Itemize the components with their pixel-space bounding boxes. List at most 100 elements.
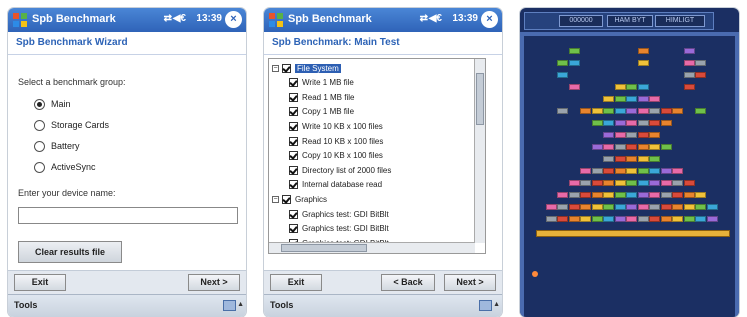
tree-item[interactable]: Directory list of 2000 files	[289, 163, 391, 177]
game-brick	[614, 156, 626, 162]
chevron-up-icon[interactable]: ▲	[493, 301, 500, 308]
game-brick	[649, 108, 660, 114]
tree-item[interactable]: Read 10 KB x 100 files	[289, 134, 383, 148]
tree-item[interactable]: Copy 10 KB x 100 files	[289, 149, 383, 163]
collapse-icon[interactable]: −	[272, 64, 279, 72]
game-wall	[735, 32, 739, 317]
game-paddle[interactable]	[536, 230, 730, 237]
game-brick	[706, 216, 718, 222]
back-button[interactable]: < Back	[381, 274, 435, 291]
tree-item[interactable]: Internal database read	[289, 178, 382, 192]
clock[interactable]: 13:39	[452, 13, 478, 24]
title-bar: Spb Benchmark ⇄ ◀€ 13:39 ×	[264, 8, 502, 32]
game-brick	[649, 144, 660, 150]
game-brick	[545, 204, 557, 210]
tree-item[interactable]: Read 1 MB file	[289, 90, 354, 104]
exit-button[interactable]: Exit	[14, 274, 66, 291]
volume-icon[interactable]: ◀€	[173, 13, 186, 24]
game-brick	[637, 84, 649, 90]
tree-item[interactable]: Copy 1 MB file	[289, 105, 354, 119]
tree-item[interactable]: Write 1 MB file	[289, 76, 354, 90]
game-brick	[614, 168, 626, 174]
exit-button[interactable]: Exit	[270, 274, 322, 291]
game-brick	[591, 108, 603, 114]
wizard-content: Select a benchmark group: Main Storage C…	[8, 55, 246, 271]
tree-item[interactable]: Graphics test: GDI BitBlt	[289, 207, 389, 221]
tree-item[interactable]: Write 10 KB x 100 files	[289, 119, 383, 133]
tree-item[interactable]: Graphics test: GDI BitBlt	[289, 222, 389, 236]
radio-button[interactable]	[34, 140, 45, 152]
tree-item-label: File System	[295, 63, 341, 73]
checkbox[interactable]	[289, 224, 298, 234]
checkbox[interactable]	[289, 121, 298, 131]
device-name-input[interactable]	[18, 207, 238, 224]
checkbox[interactable]	[289, 180, 298, 190]
next-button[interactable]: Next >	[444, 274, 496, 291]
clock[interactable]: 13:39	[196, 13, 222, 24]
game-brick	[568, 204, 580, 210]
game-brick	[649, 216, 660, 222]
game-ball	[532, 271, 538, 277]
radio-option-battery[interactable]: Battery	[34, 138, 80, 154]
vertical-scrollbar[interactable]	[474, 59, 485, 243]
keyboard-icon[interactable]	[223, 300, 236, 311]
game-brick	[683, 60, 695, 66]
tools-menu[interactable]: Tools	[270, 300, 293, 310]
game-brick	[591, 120, 603, 126]
checkbox[interactable]	[289, 92, 298, 102]
game-brick	[649, 120, 660, 126]
keyboard-icon[interactable]	[479, 300, 492, 311]
game-brick	[614, 120, 626, 126]
checkbox[interactable]	[282, 63, 291, 73]
tree-item-label: Directory list of 2000 files	[302, 165, 392, 175]
game-brick	[626, 96, 637, 102]
checkbox[interactable]	[289, 209, 298, 219]
radio-option-storage-cards[interactable]: Storage Cards	[34, 117, 109, 133]
game-brick	[626, 156, 637, 162]
game-brick	[660, 144, 672, 150]
windows-flag-icon[interactable]	[12, 12, 28, 28]
game-brick	[660, 108, 672, 114]
scroll-thumb[interactable]	[281, 244, 367, 252]
app-title: Spb Benchmark	[32, 13, 116, 25]
game-brick	[591, 180, 603, 186]
game-brick	[603, 120, 614, 126]
game-brick	[695, 72, 706, 78]
radio-button[interactable]	[34, 98, 45, 110]
connectivity-icon[interactable]: ⇄	[164, 13, 172, 24]
tools-menu[interactable]: Tools	[14, 300, 37, 310]
radio-label: Main	[51, 99, 71, 109]
chevron-up-icon[interactable]: ▲	[237, 301, 244, 308]
test-tree[interactable]: Graphics test: GDI BitBlt Graphics test: …	[268, 58, 486, 254]
game-brick	[568, 84, 580, 90]
checkbox[interactable]	[289, 151, 298, 161]
scroll-thumb[interactable]	[476, 73, 484, 125]
close-icon[interactable]: ×	[225, 11, 242, 28]
collapse-icon[interactable]: −	[272, 195, 279, 203]
radio-button[interactable]	[34, 119, 45, 131]
device-name-label: Enter your device name:	[18, 188, 116, 198]
checkbox[interactable]	[289, 165, 298, 175]
game-screen[interactable]: 000000 HAM BYT HIMLIGT	[520, 8, 739, 317]
checkbox[interactable]	[289, 107, 298, 117]
menu-bar: Tools ▲	[8, 294, 246, 317]
next-button[interactable]: Next >	[188, 274, 240, 291]
checkbox[interactable]	[289, 78, 298, 88]
radio-button[interactable]	[34, 161, 45, 173]
checkbox[interactable]	[289, 136, 298, 146]
horizontal-scrollbar[interactable]	[269, 242, 475, 253]
close-icon[interactable]: ×	[481, 11, 498, 28]
game-brick	[603, 96, 614, 102]
radio-option-main[interactable]: Main	[34, 96, 71, 112]
radio-option-activesync[interactable]: ActiveSync	[34, 159, 96, 175]
windows-flag-icon[interactable]	[268, 12, 284, 28]
game-brick	[614, 216, 626, 222]
tree-group[interactable]: − Graphics	[272, 192, 327, 206]
game-brick	[591, 204, 603, 210]
connectivity-icon[interactable]: ⇄	[420, 13, 428, 24]
tree-group[interactable]: − File System	[272, 61, 341, 75]
checkbox[interactable]	[282, 194, 291, 204]
game-brick	[649, 96, 660, 102]
clear-results-button[interactable]: Clear results file	[18, 241, 122, 263]
volume-icon[interactable]: ◀€	[429, 13, 442, 24]
